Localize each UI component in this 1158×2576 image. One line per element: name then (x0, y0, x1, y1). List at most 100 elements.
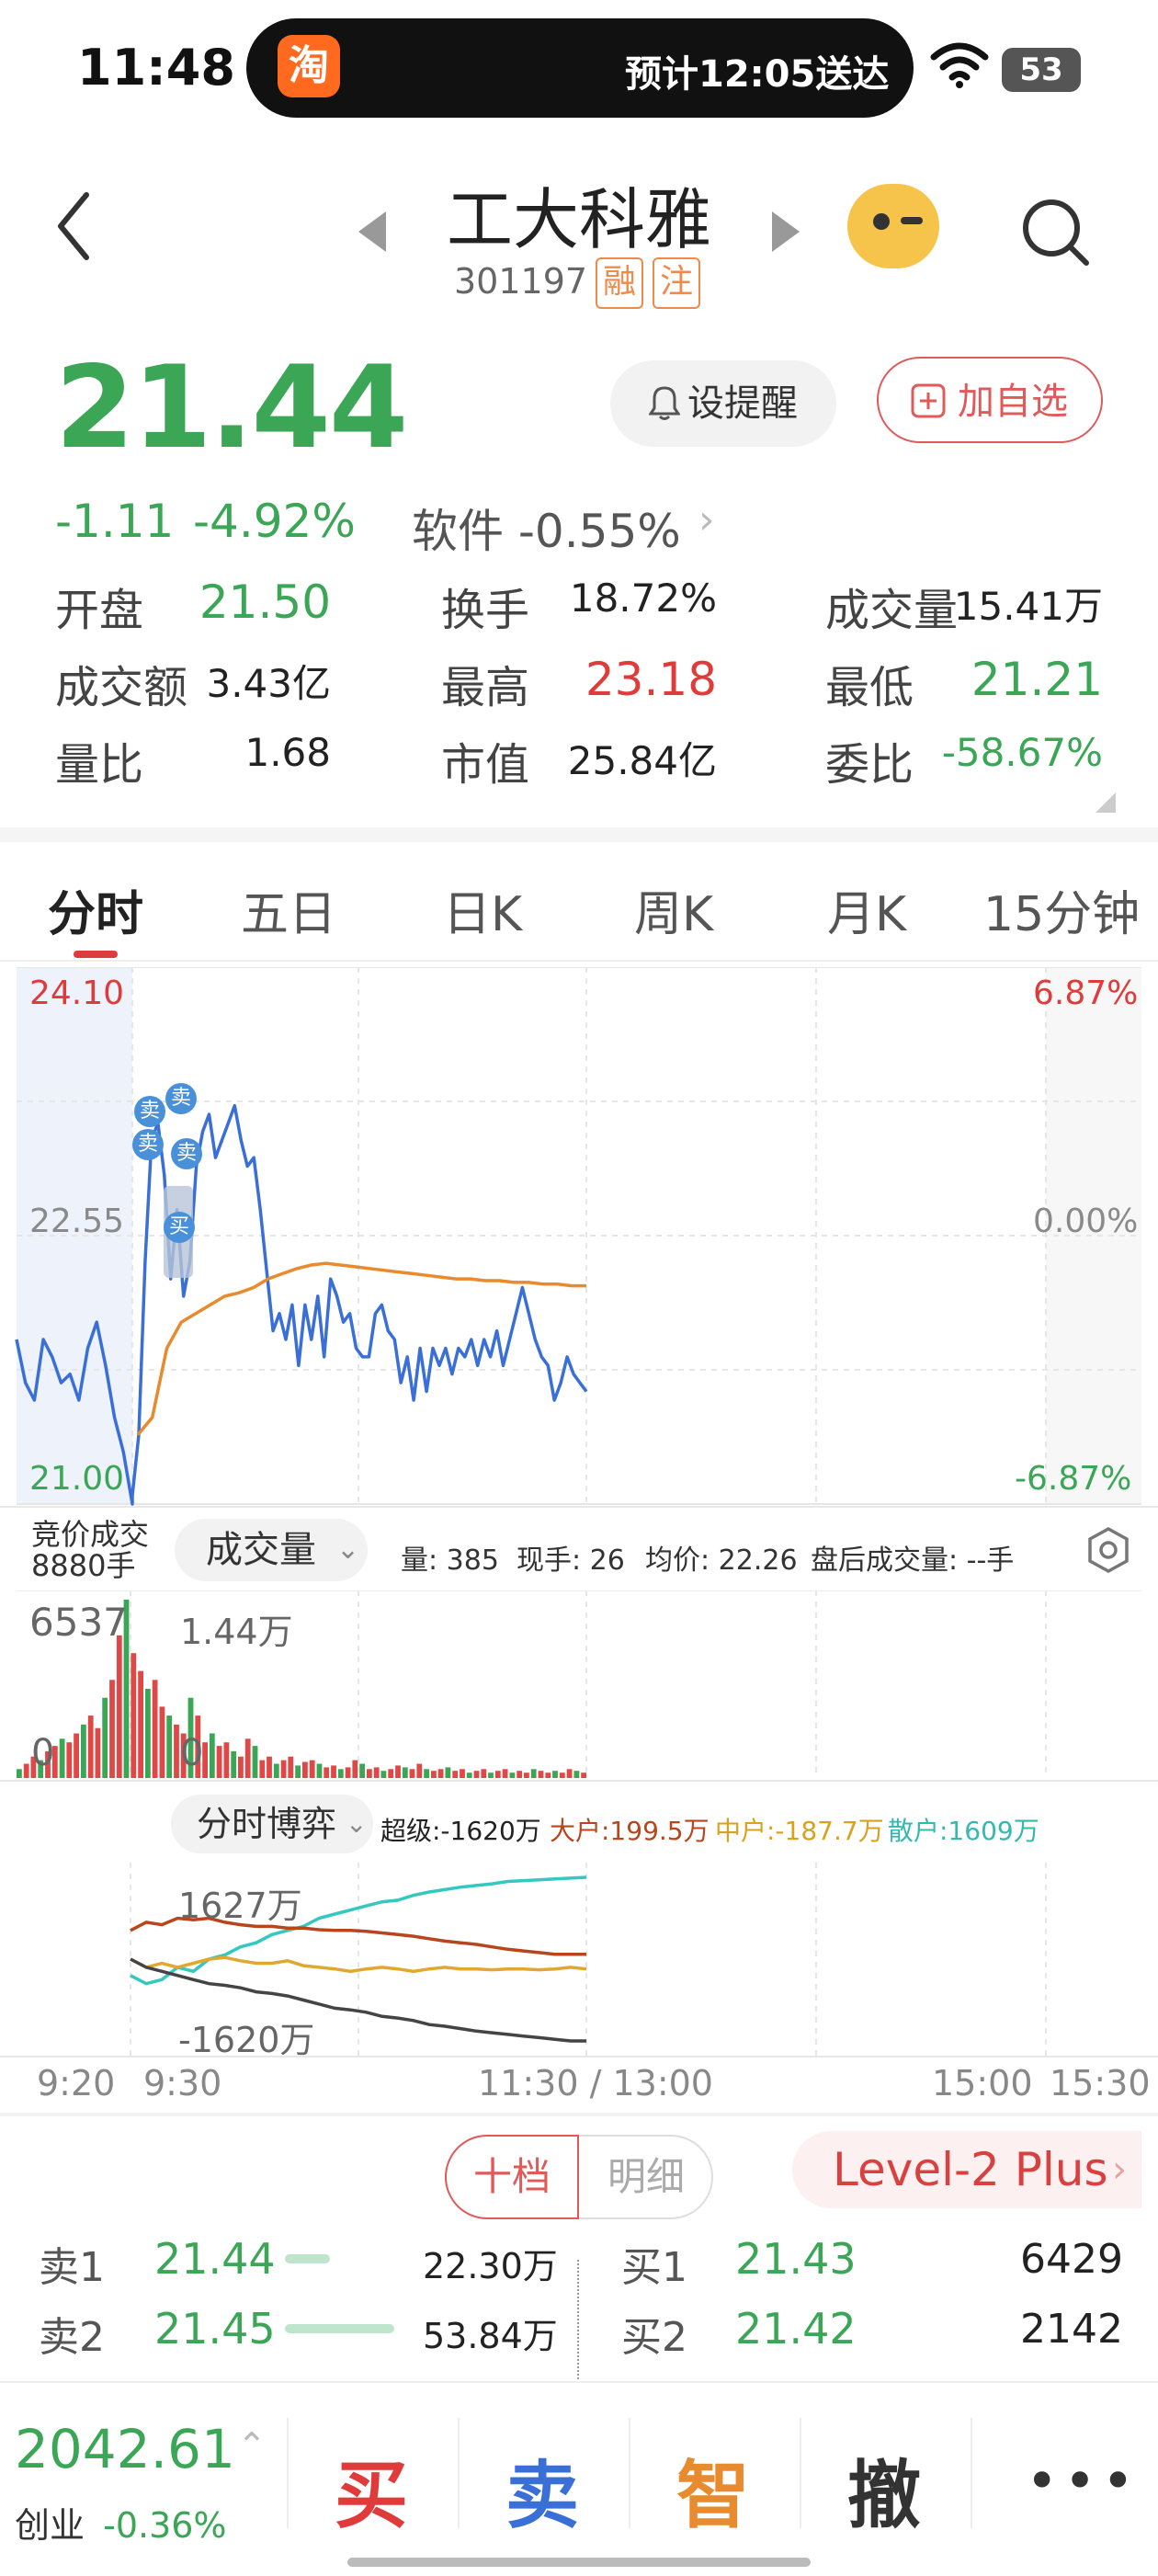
volume-bar (402, 1767, 408, 1778)
volume-bar (87, 1715, 94, 1778)
sell-signal-marker[interactable]: 卖 (132, 1129, 164, 1160)
buy-signal-marker[interactable]: 买 (164, 1212, 195, 1243)
index-name-label: 创业 (15, 2505, 85, 2546)
volume-bar (437, 1769, 444, 1778)
big-flow: 大户:199.5万 (550, 1816, 710, 1846)
buy-2-price[interactable]: 21.42 (735, 2304, 857, 2354)
chevron-right-icon: › (1112, 2149, 1127, 2191)
sell-signal-marker[interactable]: 卖 (134, 1096, 165, 1127)
x-label-1500: 15:00 (932, 2063, 1033, 2103)
buy-1-price[interactable]: 21.43 (735, 2234, 857, 2284)
sell-2-price[interactable]: 21.45 (154, 2304, 276, 2354)
y-axis-bottom-label: 21.00 (29, 1460, 125, 1498)
volume-bar (431, 1771, 437, 1778)
volume-bar (452, 1771, 459, 1778)
stat-value: 15.41万 (953, 584, 1103, 629)
stat-label: 换手 (441, 585, 530, 636)
sell-button[interactable]: 卖 (505, 2436, 579, 2543)
expand-corner-icon[interactable] (1096, 792, 1116, 813)
volume-bar (59, 1738, 65, 1778)
settings-hex-icon[interactable] (1084, 1526, 1132, 1574)
volume-bar (66, 1742, 73, 1778)
volume-bar (288, 1756, 294, 1778)
sell-2-label: 卖2 (39, 2314, 105, 2361)
volume-bar (445, 1767, 451, 1778)
mascot-eye (873, 213, 890, 230)
volume-bar (238, 1756, 244, 1778)
action-separator (971, 2418, 972, 2528)
search-icon[interactable] (1020, 197, 1094, 270)
flow-indicator-selector[interactable]: 分时博弈 ⌄ (171, 1795, 373, 1853)
sell-2-volume: 53.84万 (423, 2316, 558, 2356)
smart-order-button[interactable]: 智 (676, 2436, 750, 2543)
orderbook-center-divider (577, 2260, 579, 2379)
mascot-avatar-icon[interactable] (847, 184, 939, 268)
prev-stock-icon[interactable] (358, 211, 386, 252)
tab-2[interactable]: 五日 (241, 875, 336, 944)
sector-link[interactable]: 软件 -0.55% (412, 495, 681, 561)
home-indicator[interactable] (347, 2558, 811, 2567)
stat-value: 18.72% (569, 576, 717, 621)
volume-bar (152, 1680, 158, 1778)
stat-value: 25.84亿 (567, 738, 717, 783)
add-watchlist-button[interactable]: 加自选 (877, 357, 1103, 443)
chevron-right-icon[interactable]: › (698, 496, 715, 543)
stat-value: 3.43亿 (206, 661, 331, 706)
next-stock-icon[interactable] (772, 211, 800, 252)
active-tab-indicator (74, 951, 118, 958)
stat-value: 23.18 (585, 653, 717, 706)
stat-value: -58.67% (941, 730, 1103, 775)
volume-bar (280, 1760, 287, 1778)
x-label-0920: 9:20 (37, 2063, 116, 2103)
flow-selector-label: 分时博弈 (197, 1804, 337, 1844)
volume-bar (359, 1763, 365, 1778)
volume-bar (337, 1769, 344, 1778)
flow-y-bottom: -1620万 (178, 2020, 315, 2060)
volume-bar (395, 1765, 401, 1778)
volume-indicator-selector[interactable]: 成交量 ⌄ (175, 1519, 368, 1581)
stock-name: 工大科雅 (446, 181, 711, 258)
volume-chart[interactable] (0, 1590, 1158, 1784)
auction-volume-label: 竞价成交 (31, 1517, 150, 1552)
details-tab[interactable]: 明细 (579, 2135, 713, 2219)
index-value[interactable]: 2042.61 (15, 2418, 235, 2480)
tabs-divider (0, 960, 1158, 962)
sell-signal-marker[interactable]: 卖 (171, 1138, 202, 1169)
volume-bar (552, 1771, 558, 1778)
level2-plus-button[interactable]: Level-2 Plus › (792, 2131, 1141, 2208)
flow-divider (0, 2056, 1158, 2057)
tab-1[interactable]: 分时 (48, 875, 143, 944)
status-time: 11:48 (77, 39, 235, 97)
index-change: -0.36% (103, 2505, 227, 2546)
sell-signal-marker[interactable]: 卖 (165, 1083, 197, 1114)
stat-label: 成交额 (55, 662, 188, 713)
action-separator (287, 2418, 289, 2528)
y-axis-mid-label: 22.55 (29, 1203, 125, 1240)
volume-bar (517, 1771, 523, 1778)
volume-bar (460, 1769, 465, 1778)
chevron-up-icon[interactable]: ⌃ (237, 2425, 267, 2466)
back-icon[interactable] (55, 191, 92, 261)
action-separator (629, 2418, 630, 2528)
sell-1-volume-bar (285, 2254, 330, 2263)
more-icon[interactable]: ••• (1026, 2449, 1140, 2513)
volume-bar (545, 1772, 551, 1778)
buy-button[interactable]: 买 (335, 2436, 408, 2543)
sell-1-price[interactable]: 21.44 (154, 2234, 276, 2284)
tab-6[interactable]: 15分钟 (983, 875, 1140, 944)
volume-bar (17, 1769, 22, 1778)
volume-bar (267, 1756, 272, 1778)
volume-bar (324, 1767, 330, 1778)
tab-4[interactable]: 周K (634, 875, 713, 944)
volume-divider (0, 1780, 1158, 1782)
set-alert-button[interactable]: 设提醒 (610, 360, 836, 447)
ten-levels-tab[interactable]: 十档 (445, 2135, 579, 2219)
stat-value: 21.21 (971, 653, 1103, 706)
index-name: 创业 -0.36% (15, 2497, 227, 2548)
tab-3[interactable]: 日K (443, 875, 522, 944)
money-flow-chart[interactable] (0, 1863, 1158, 2057)
tab-5[interactable]: 月K (827, 875, 906, 944)
cancel-order-button[interactable]: 撤 (847, 2436, 921, 2543)
volume-bar (231, 1750, 237, 1778)
stat-label: 最低 (825, 662, 914, 713)
